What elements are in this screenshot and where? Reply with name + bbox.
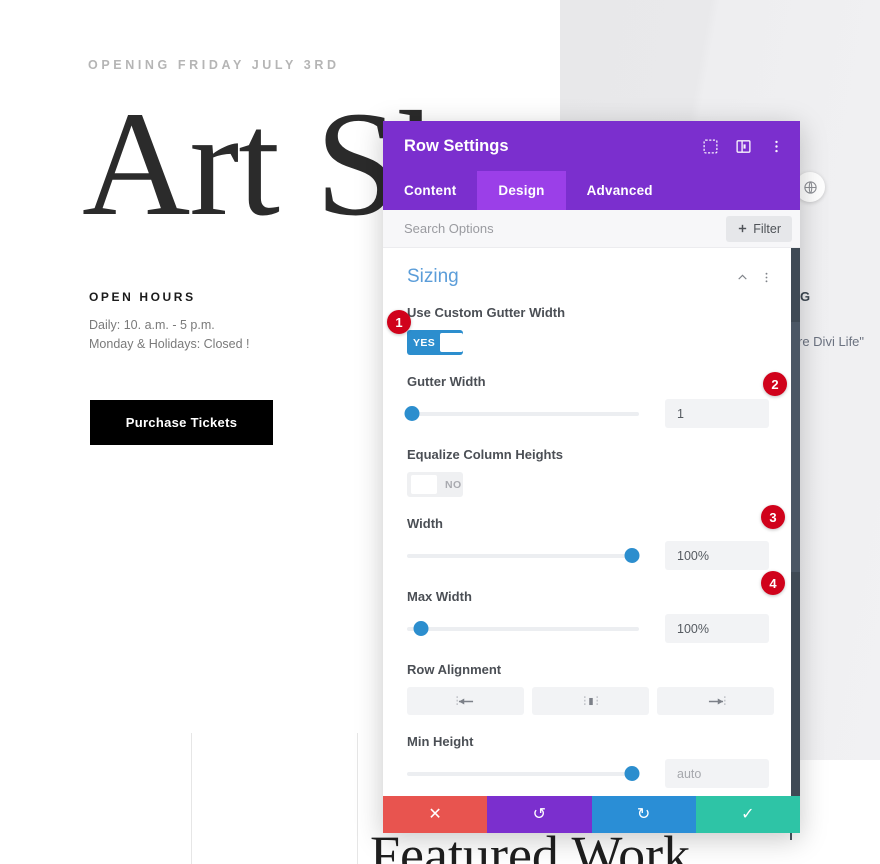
field-min-height: Min Height	[407, 734, 774, 788]
width-input[interactable]	[665, 541, 769, 570]
field-gutter-width: Gutter Width	[404, 374, 774, 428]
slider-track	[407, 771, 639, 776]
modal-header-actions	[700, 136, 786, 156]
field-width: Width	[407, 516, 774, 570]
field-label: Use Custom Gutter Width	[407, 305, 566, 320]
undo-icon: ↺	[532, 805, 547, 823]
chevron-up-icon[interactable]	[734, 269, 750, 285]
modal-title: Row Settings	[404, 136, 509, 155]
slider-track	[407, 626, 639, 631]
align-left-icon	[456, 695, 473, 707]
column-divider-left	[191, 733, 192, 864]
search-bar: Filter	[383, 210, 800, 248]
modal-header: Row Settings	[383, 121, 800, 171]
slider-track	[407, 553, 639, 558]
field-equalize-column-heights: Equalize Column Heights NO	[407, 447, 774, 497]
annotation-badge-1: 1	[387, 310, 411, 334]
toggle-knob	[411, 475, 437, 494]
field-row-alignment: Row Alignment	[407, 662, 774, 715]
section-more-vertical-icon[interactable]	[758, 269, 774, 285]
width-slider[interactable]	[407, 547, 640, 565]
globe-icon	[803, 180, 817, 194]
annotation-badge-3: 3	[761, 505, 785, 529]
annotation-badge-4: 4	[761, 571, 785, 595]
sizing-section-header: Sizing	[407, 266, 774, 288]
modal-scrollbar[interactable]	[791, 248, 800, 796]
modal-tabs: Content Design Advanced	[383, 171, 800, 210]
min-height-input[interactable]	[665, 759, 769, 788]
modal-body: Sizing Use Custom Gutter Width YES Gutte…	[383, 248, 800, 796]
align-left-button[interactable]	[407, 687, 524, 715]
open-hours-line-2: Monday & Holidays: Closed !	[89, 337, 250, 351]
column-divider-right	[357, 733, 358, 864]
close-icon: ✕	[428, 805, 442, 823]
clipped-quote-text: re Divi Life"	[798, 334, 865, 349]
tab-content[interactable]: Content	[383, 171, 477, 210]
purchase-tickets-button[interactable]: Purchase Tickets	[90, 400, 273, 445]
field-label: Equalize Column Heights	[407, 447, 564, 462]
discard-button[interactable]: ✕	[383, 796, 488, 833]
redo-icon: ↻	[636, 805, 651, 823]
expand-frame-icon[interactable]	[700, 136, 720, 156]
align-center-icon	[583, 695, 598, 707]
screen: OPENING FRIDAY JULY 3RD Art Sh OPEN HOUR…	[0, 0, 880, 864]
sizing-section-title: Sizing	[407, 266, 459, 287]
plus-icon	[739, 224, 747, 233]
filter-button-label: Filter	[753, 221, 781, 236]
align-right-icon	[708, 695, 725, 707]
layout-panel-icon[interactable]	[733, 136, 753, 156]
field-label: Width	[407, 516, 443, 531]
search-input[interactable]	[404, 221, 727, 236]
tab-design[interactable]: Design	[477, 171, 566, 210]
slider-track	[407, 411, 639, 416]
toggle-state-label: YES	[413, 336, 436, 349]
annotation-badge-2: 2	[763, 372, 787, 396]
align-right-button[interactable]	[657, 687, 774, 715]
toggle-state-label: NO	[445, 478, 462, 491]
check-icon: ✓	[741, 805, 755, 823]
save-button[interactable]: ✓	[695, 796, 800, 833]
tab-advanced[interactable]: Advanced	[566, 171, 674, 210]
field-max-width: Max Width	[407, 589, 774, 643]
scrollbar-thumb[interactable]	[791, 322, 800, 572]
equalize-column-heights-toggle[interactable]: NO	[407, 472, 463, 497]
use-custom-gutter-width-toggle[interactable]: YES	[407, 330, 463, 355]
clipped-heading-text: G	[800, 289, 812, 304]
gutter-width-input[interactable]	[665, 399, 769, 428]
gutter-width-slider[interactable]	[404, 405, 639, 423]
row-settings-modal: Row Settings Content Design Advanced Sea…	[383, 121, 800, 833]
more-vertical-icon[interactable]	[766, 136, 786, 156]
undo-button[interactable]: ↺	[487, 796, 592, 833]
hero-kicker: OPENING FRIDAY JULY 3RD	[88, 58, 340, 72]
toggle-knob	[440, 333, 463, 352]
max-width-slider[interactable]	[407, 620, 639, 638]
align-center-button[interactable]	[532, 687, 649, 715]
max-width-input[interactable]	[665, 614, 769, 643]
slider-handle[interactable]	[624, 766, 640, 781]
min-height-slider[interactable]	[407, 765, 640, 783]
open-hours-label: OPEN HOURS	[89, 290, 196, 304]
slider-handle[interactable]	[413, 621, 429, 636]
field-use-custom-gutter-width: Use Custom Gutter Width YES	[407, 305, 774, 355]
filter-button[interactable]: Filter	[726, 215, 792, 242]
modal-footer: ✕ ↺ ↻ ✓	[383, 796, 800, 833]
open-hours-line-1: Daily: 10. a.m. - 5 p.m.	[89, 318, 215, 332]
slider-handle[interactable]	[404, 406, 420, 421]
field-label: Min Height	[407, 734, 474, 749]
redo-button[interactable]: ↻	[591, 796, 696, 833]
field-label: Row Alignment	[407, 662, 502, 677]
slider-handle[interactable]	[624, 548, 640, 563]
row-alignment-group	[407, 687, 774, 715]
field-label: Max Width	[407, 589, 472, 604]
field-label: Gutter Width	[407, 374, 486, 389]
